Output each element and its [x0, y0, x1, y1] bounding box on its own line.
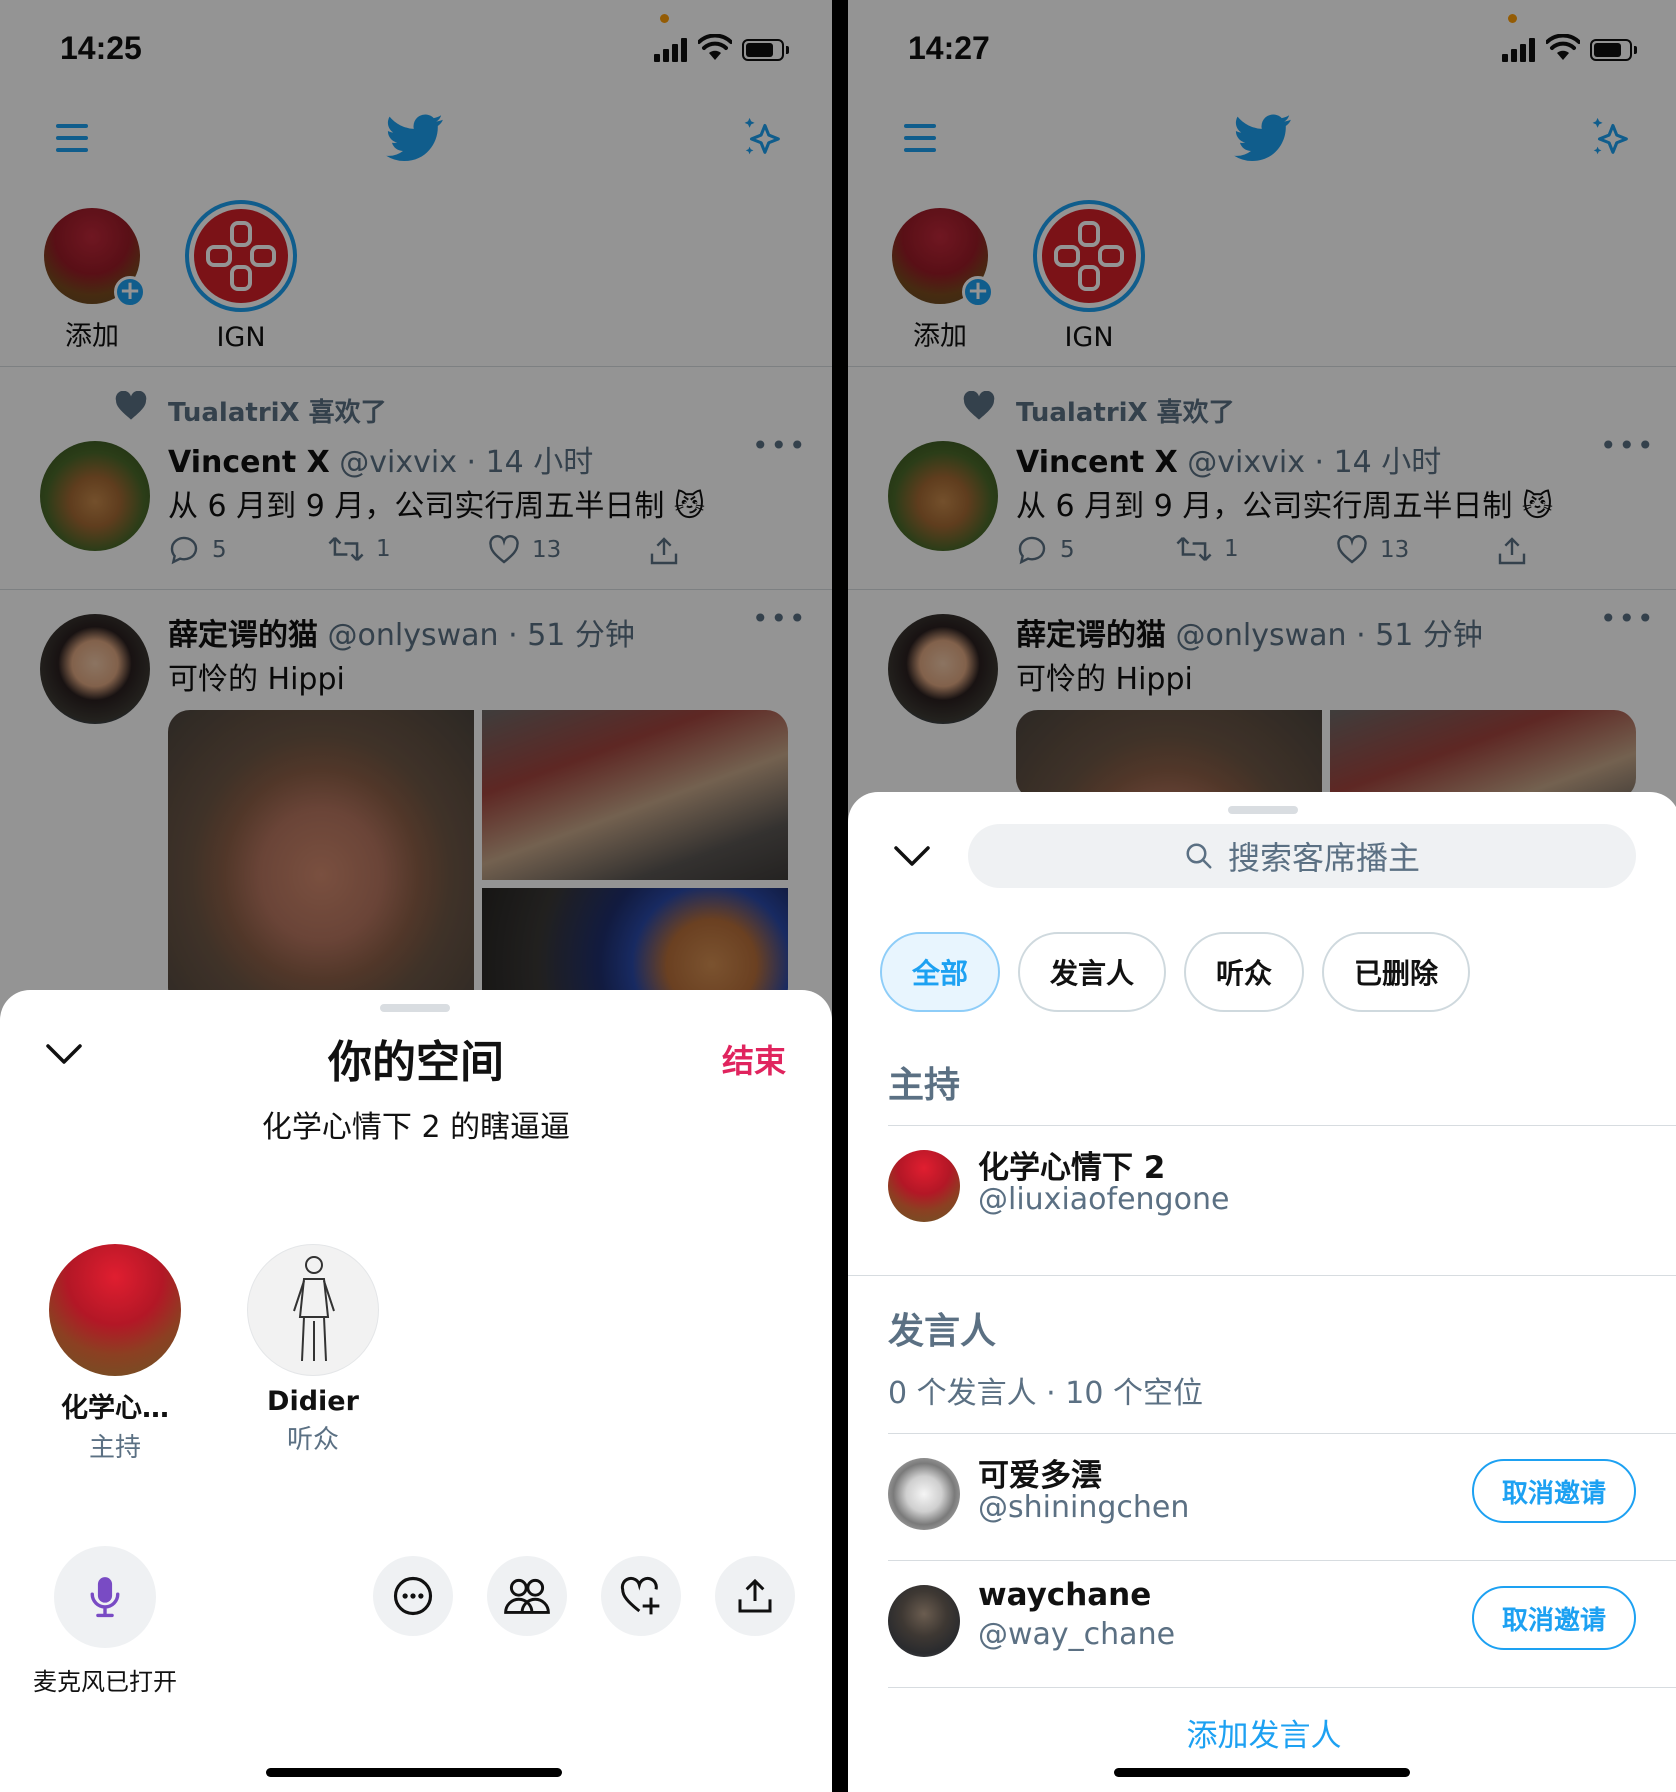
- people-button[interactable]: [487, 1556, 567, 1636]
- sheet-grabber[interactable]: [380, 1004, 450, 1012]
- cancel-invite-button[interactable]: 取消邀请: [1472, 1586, 1636, 1650]
- people-icon: [504, 1578, 550, 1614]
- home-indicator[interactable]: [266, 1768, 562, 1777]
- search-icon: [1186, 843, 1212, 869]
- host-name: 化学心情下 2: [978, 1150, 1166, 1186]
- screen-divider: [832, 0, 848, 1792]
- cancel-invite-button[interactable]: 取消邀请: [1472, 1459, 1636, 1523]
- participant-name: 化学心…: [61, 1393, 169, 1424]
- end-space-button[interactable]: 结束: [722, 1036, 786, 1082]
- microphone-icon: [90, 1577, 120, 1618]
- invitee-handle: @shiningchen: [978, 1490, 1190, 1525]
- participant-name: Didier: [267, 1386, 359, 1417]
- avatar[interactable]: [888, 1585, 960, 1657]
- invitee-name: waychane: [978, 1577, 1152, 1613]
- divider: [888, 1125, 1676, 1126]
- search-placeholder: 搜索客席播主: [1227, 839, 1420, 877]
- tab-speakers[interactable]: 发言人: [1018, 932, 1166, 1012]
- divider: [888, 1687, 1676, 1688]
- avatar[interactable]: [888, 1150, 960, 1222]
- mic-status-label: 麦克风已打开: [33, 1668, 177, 1696]
- participant-role: 听众: [286, 1425, 339, 1455]
- participant-role: 主持: [88, 1433, 141, 1463]
- sheet-grabber[interactable]: [1228, 806, 1298, 814]
- divider: [848, 1275, 1676, 1276]
- phone-screen-right: 14:27 + 添加 IGN TualatriX 喜欢了 Vincent X @…: [848, 0, 1676, 1792]
- chevron-down-icon[interactable]: [892, 844, 932, 868]
- phone-screen-left: 14:25 + 添加 IGN TualatriX 喜欢了 Vincent X @…: [0, 0, 832, 1792]
- avatar[interactable]: [888, 1458, 960, 1530]
- space-sheet: 你的空间 结束 化学心情下 2 的瞎逼逼 化学心… 主持 Didier 听众 麦…: [0, 990, 832, 1792]
- host-handle: @liuxiaofengone: [978, 1182, 1230, 1217]
- space-subtitle: 化学心情下 2 的瞎逼逼: [261, 1110, 571, 1145]
- divider: [888, 1433, 1676, 1434]
- heart-plus-icon: [620, 1576, 660, 1615]
- tab-listeners[interactable]: 听众: [1184, 932, 1304, 1012]
- speaker-summary: 0 个发言人 · 10 个空位: [888, 1376, 1203, 1411]
- divider: [888, 1560, 1676, 1561]
- manage-speakers-sheet: 搜索客席播主 全部 发言人 听众 已删除 主持 化学心情下 2 @liuxiao…: [848, 792, 1676, 1792]
- add-speaker-button[interactable]: 添加发言人: [848, 1710, 1676, 1755]
- search-input[interactable]: 搜索客席播主: [968, 824, 1636, 888]
- invitee-handle: @way_chane: [978, 1617, 1176, 1652]
- share-space-button[interactable]: [715, 1556, 795, 1636]
- person-sketch-icon: [293, 1256, 335, 1362]
- tab-all[interactable]: 全部: [880, 932, 1000, 1012]
- invitee-name: 可爱多澐: [978, 1458, 1102, 1494]
- host-section-title: 主持: [888, 1065, 961, 1106]
- tab-removed[interactable]: 已删除: [1322, 932, 1470, 1012]
- avatar: [247, 1244, 379, 1376]
- participant-host[interactable]: 化学心… 主持: [40, 1244, 190, 1464]
- microphone-button[interactable]: [54, 1546, 156, 1648]
- react-button[interactable]: [601, 1556, 681, 1636]
- participant-listener[interactable]: Didier 听众: [238, 1244, 388, 1456]
- avatar: [49, 1244, 181, 1376]
- more-circle-icon: [393, 1576, 433, 1616]
- more-options-button[interactable]: [373, 1556, 453, 1636]
- home-indicator[interactable]: [1114, 1768, 1410, 1777]
- share-icon: [738, 1578, 772, 1613]
- space-title: 你的空间: [328, 1037, 504, 1088]
- speaker-section-title: 发言人: [888, 1311, 997, 1352]
